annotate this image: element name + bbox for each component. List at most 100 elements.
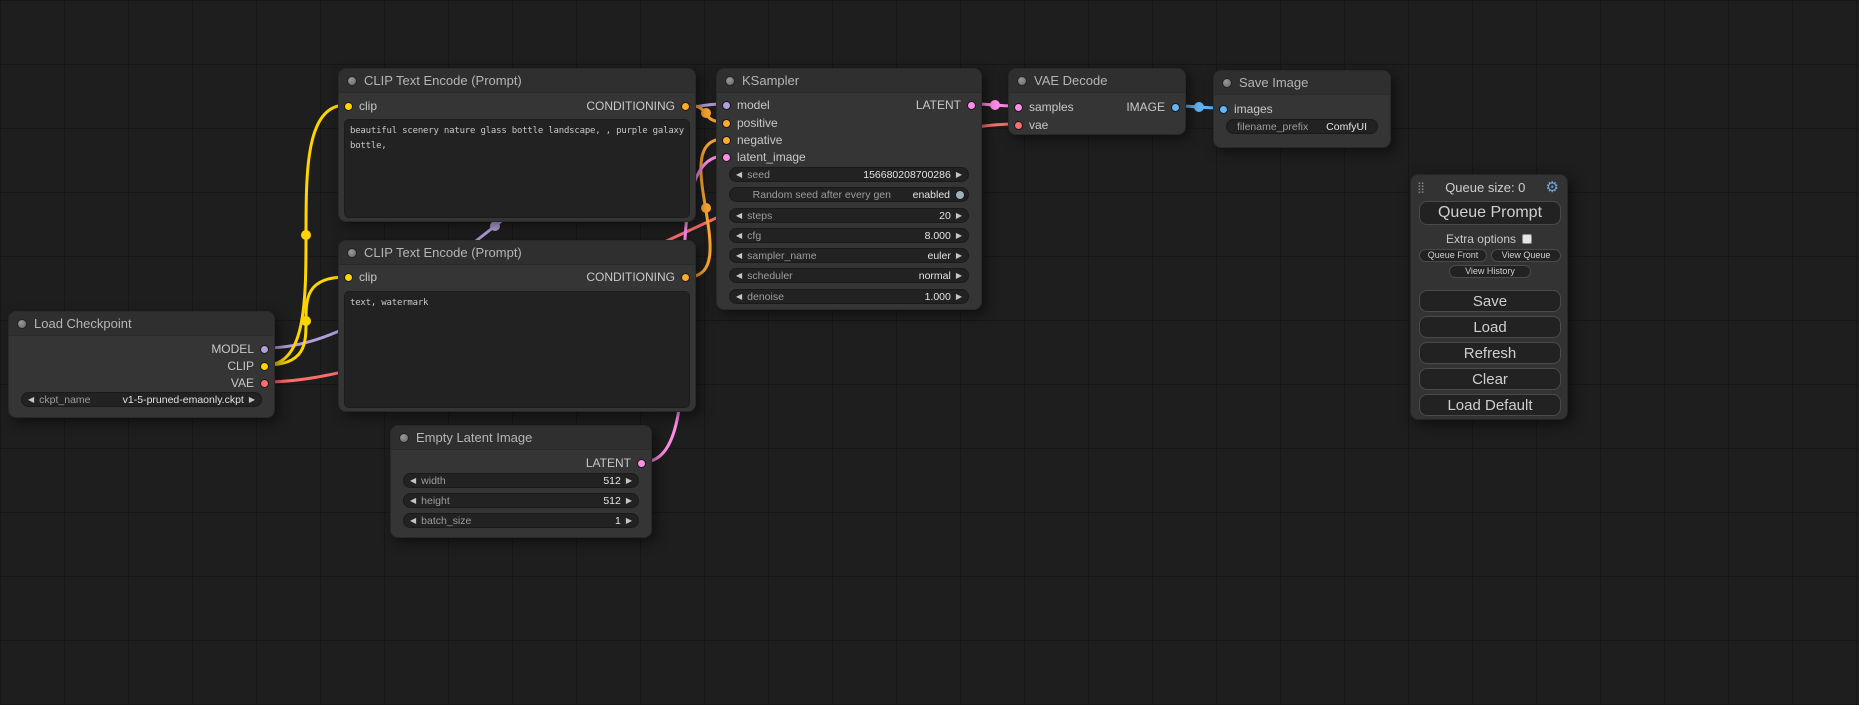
node-header[interactable]: Save Image: [1214, 71, 1390, 95]
node-header[interactable]: VAE Decode: [1009, 69, 1185, 93]
model-slot-dot[interactable]: [260, 345, 269, 354]
node-save-image[interactable]: Save Image images filename_prefix ComfyU…: [1213, 70, 1391, 148]
denoise-widget[interactable]: ◀ denoise 1.000 ▶: [729, 289, 969, 304]
arrow-right-icon[interactable]: ▶: [956, 293, 962, 301]
model-slot-dot[interactable]: [722, 101, 731, 110]
random-seed-toggle-widget[interactable]: Random seed after every gen enabled: [729, 187, 969, 202]
drag-handle-icon[interactable]: ⣿: [1417, 181, 1425, 194]
queue-front-button[interactable]: Queue Front: [1419, 249, 1487, 262]
settings-gear-icon[interactable]: ⚙: [1546, 180, 1559, 195]
node-clip-text-encode-negative[interactable]: CLIP Text Encode (Prompt) clip CONDITION…: [338, 240, 696, 412]
load-default-button[interactable]: Load Default: [1419, 394, 1561, 416]
arrow-right-icon[interactable]: ▶: [249, 396, 255, 404]
view-history-button[interactable]: View History: [1449, 265, 1531, 278]
prompt-textarea[interactable]: text, watermark: [344, 291, 690, 408]
output-slot-clip[interactable]: CLIP: [227, 359, 269, 373]
arrow-right-icon[interactable]: ▶: [956, 232, 962, 240]
conditioning-slot-dot[interactable]: [681, 102, 690, 111]
node-header[interactable]: CLIP Text Encode (Prompt): [339, 69, 695, 93]
node-load-checkpoint[interactable]: Load Checkpoint MODEL CLIP VAE ◀ ckpt_na…: [8, 311, 275, 418]
node-header[interactable]: CLIP Text Encode (Prompt): [339, 241, 695, 265]
steps-widget[interactable]: ◀ steps 20 ▶: [729, 208, 969, 223]
arrow-left-icon[interactable]: ◀: [736, 272, 742, 280]
arrow-left-icon[interactable]: ◀: [28, 396, 34, 404]
arrow-left-icon[interactable]: ◀: [736, 293, 742, 301]
input-slot-images[interactable]: images: [1219, 102, 1273, 116]
toggle-knob[interactable]: [955, 190, 965, 200]
view-queue-button[interactable]: View Queue: [1491, 249, 1561, 262]
arrow-right-icon[interactable]: ▶: [956, 252, 962, 260]
arrow-left-icon[interactable]: ◀: [736, 212, 742, 220]
image-slot-dot[interactable]: [1171, 103, 1180, 112]
collapse-dot-icon[interactable]: [347, 248, 357, 258]
arrow-left-icon[interactable]: ◀: [410, 517, 416, 525]
node-empty-latent-image[interactable]: Empty Latent Image LATENT ◀ width 512 ▶ …: [390, 425, 652, 538]
input-slot-samples[interactable]: samples: [1014, 100, 1074, 114]
latent-slot-dot[interactable]: [722, 153, 731, 162]
refresh-button[interactable]: Refresh: [1419, 342, 1561, 364]
height-widget[interactable]: ◀ height 512 ▶: [403, 493, 639, 508]
node-ksampler[interactable]: KSampler model positive negative latent_…: [716, 68, 982, 310]
output-slot-image[interactable]: IMAGE: [1126, 100, 1180, 114]
sampler-name-widget[interactable]: ◀ sampler_name euler ▶: [729, 248, 969, 263]
collapse-dot-icon[interactable]: [399, 433, 409, 443]
input-slot-vae[interactable]: vae: [1014, 118, 1048, 132]
output-slot-latent[interactable]: LATENT: [916, 98, 976, 112]
input-slot-negative[interactable]: negative: [722, 133, 782, 147]
input-slot-model[interactable]: model: [722, 98, 770, 112]
image-slot-dot[interactable]: [1219, 105, 1228, 114]
node-header[interactable]: KSampler: [717, 69, 981, 93]
collapse-dot-icon[interactable]: [1017, 76, 1027, 86]
seed-widget[interactable]: ◀ seed 156680208700286 ▶: [729, 167, 969, 182]
arrow-left-icon[interactable]: ◀: [736, 171, 742, 179]
clip-slot-dot[interactable]: [344, 273, 353, 282]
filename-prefix-widget[interactable]: filename_prefix ComfyUI: [1226, 119, 1378, 134]
arrow-right-icon[interactable]: ▶: [626, 477, 632, 485]
batch-size-widget[interactable]: ◀ batch_size 1 ▶: [403, 513, 639, 528]
node-vae-decode[interactable]: VAE Decode samples vae IMAGE: [1008, 68, 1186, 135]
output-slot-vae[interactable]: VAE: [231, 376, 269, 390]
vae-slot-dot[interactable]: [260, 379, 269, 388]
conditioning-slot-dot[interactable]: [722, 119, 731, 128]
output-slot-latent[interactable]: LATENT: [586, 456, 646, 470]
arrow-right-icon[interactable]: ▶: [956, 171, 962, 179]
node-clip-text-encode-positive[interactable]: CLIP Text Encode (Prompt) clip CONDITION…: [338, 68, 696, 222]
collapse-dot-icon[interactable]: [1222, 78, 1232, 88]
arrow-left-icon[interactable]: ◀: [736, 232, 742, 240]
input-slot-positive[interactable]: positive: [722, 116, 778, 130]
latent-slot-dot[interactable]: [637, 459, 646, 468]
collapse-dot-icon[interactable]: [17, 319, 27, 329]
vae-slot-dot[interactable]: [1014, 121, 1023, 130]
node-header[interactable]: Load Checkpoint: [9, 312, 274, 336]
output-slot-conditioning[interactable]: CONDITIONING: [586, 270, 690, 284]
ckpt-name-widget[interactable]: ◀ ckpt_name v1-5-pruned-emaonly.ckpt ▶: [21, 392, 262, 407]
clear-button[interactable]: Clear: [1419, 368, 1561, 390]
input-slot-latent-image[interactable]: latent_image: [722, 150, 806, 164]
input-slot-clip[interactable]: clip: [344, 270, 377, 284]
arrow-right-icon[interactable]: ▶: [626, 497, 632, 505]
queue-menu-panel[interactable]: ⣿ Queue size: 0 ⚙ Queue Prompt Extra opt…: [1410, 174, 1568, 420]
arrow-right-icon[interactable]: ▶: [956, 272, 962, 280]
latent-slot-dot[interactable]: [967, 101, 976, 110]
arrow-left-icon[interactable]: ◀: [736, 252, 742, 260]
input-slot-clip[interactable]: clip: [344, 99, 377, 113]
output-slot-conditioning[interactable]: CONDITIONING: [586, 99, 690, 113]
output-slot-model[interactable]: MODEL: [211, 342, 269, 356]
cfg-widget[interactable]: ◀ cfg 8.000 ▶: [729, 228, 969, 243]
queue-prompt-button[interactable]: Queue Prompt: [1419, 201, 1561, 225]
clip-slot-dot[interactable]: [344, 102, 353, 111]
node-graph-canvas[interactable]: Load Checkpoint MODEL CLIP VAE ◀ ckpt_na…: [0, 0, 1859, 705]
latent-slot-dot[interactable]: [1014, 103, 1023, 112]
width-widget[interactable]: ◀ width 512 ▶: [403, 473, 639, 488]
save-button[interactable]: Save: [1419, 290, 1561, 312]
arrow-right-icon[interactable]: ▶: [956, 212, 962, 220]
arrow-left-icon[interactable]: ◀: [410, 497, 416, 505]
arrow-left-icon[interactable]: ◀: [410, 477, 416, 485]
clip-slot-dot[interactable]: [260, 362, 269, 371]
collapse-dot-icon[interactable]: [347, 76, 357, 86]
extra-options-checkbox[interactable]: [1522, 234, 1532, 244]
node-header[interactable]: Empty Latent Image: [391, 426, 651, 450]
load-button[interactable]: Load: [1419, 316, 1561, 338]
conditioning-slot-dot[interactable]: [681, 273, 690, 282]
scheduler-widget[interactable]: ◀ scheduler normal ▶: [729, 268, 969, 283]
